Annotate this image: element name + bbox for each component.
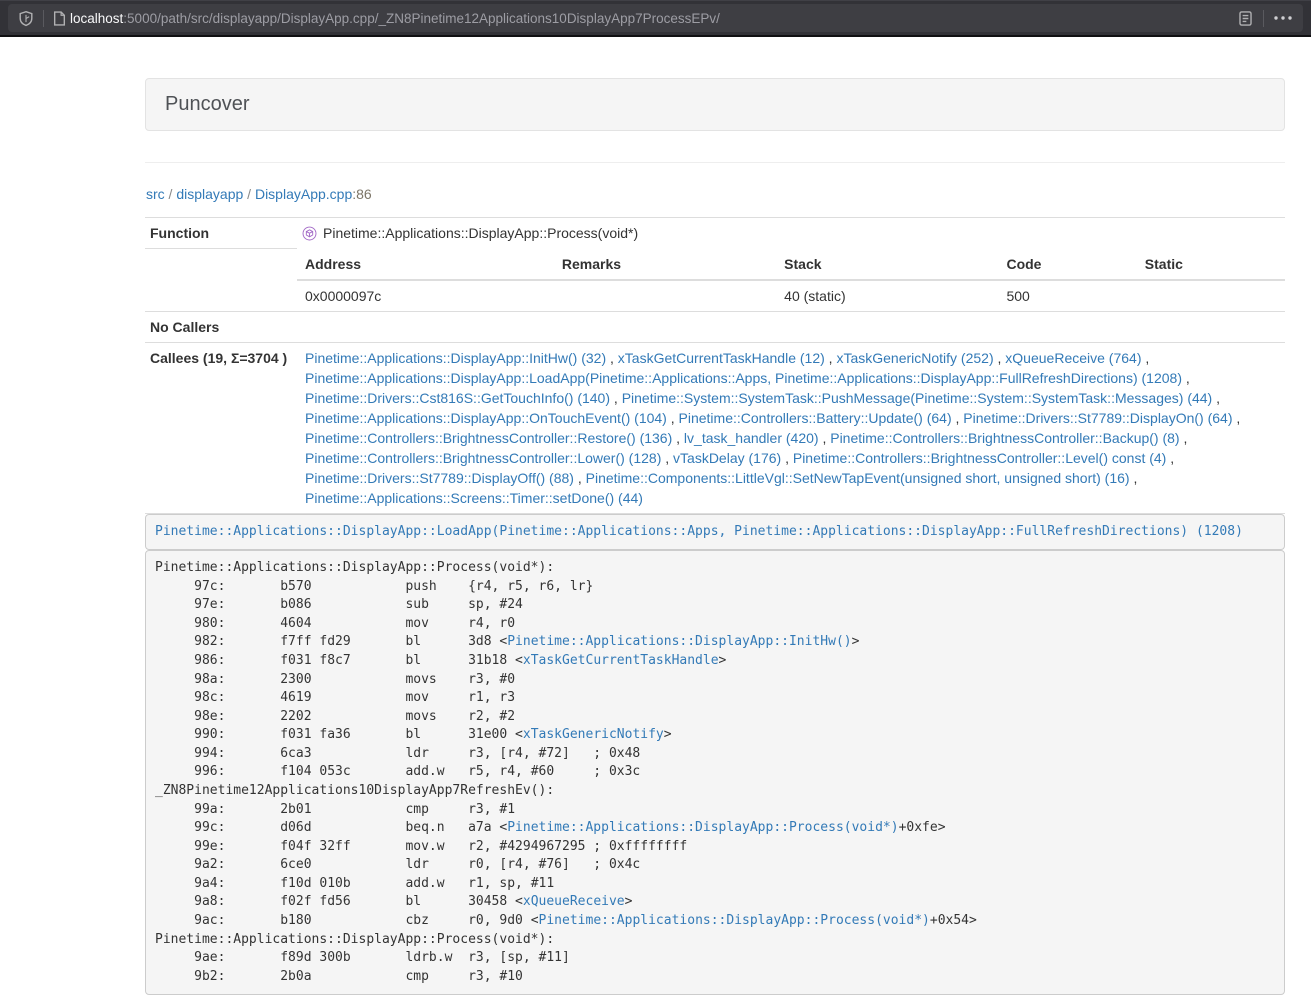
- callee-link[interactable]: Pinetime::Drivers::St7789::DisplayOn() (…: [963, 410, 1232, 426]
- col-code: Code: [998, 249, 1136, 280]
- reader-mode-icon[interactable]: [1237, 10, 1254, 27]
- callee-link[interactable]: xTaskGenericNotify (252): [836, 350, 993, 366]
- callee-separator: ,: [574, 470, 586, 486]
- asm-symbol-link[interactable]: xQueueReceive: [523, 894, 625, 909]
- function-name: Pinetime::Applications::DisplayApp::Proc…: [323, 223, 638, 243]
- callee-separator: ,: [1180, 430, 1188, 446]
- page-icon[interactable]: [53, 11, 66, 26]
- remarks-value: [554, 280, 776, 311]
- page-title: Puncover: [165, 93, 1265, 116]
- breadcrumb-separator: /: [165, 186, 177, 202]
- callee-link[interactable]: lv_task_handler (420): [684, 430, 819, 446]
- callee-separator: ,: [1166, 450, 1174, 466]
- function-label: Function: [145, 218, 297, 249]
- metrics-table: Address Remarks Stack Code Static 0x0000…: [297, 249, 1285, 311]
- address-value: 0x0000097c: [297, 280, 554, 311]
- callee-link[interactable]: xTaskGetCurrentTaskHandle (12): [618, 350, 825, 366]
- asm-symbol-link[interactable]: Pinetime::Applications::DisplayApp::Init…: [507, 634, 851, 649]
- callee-separator: ,: [825, 350, 837, 366]
- callee-link[interactable]: Pinetime::Controllers::Battery::Update()…: [679, 410, 952, 426]
- callee-separator: ,: [1141, 350, 1149, 366]
- callee-link[interactable]: Pinetime::Components::LittleVgl::SetNewT…: [586, 470, 1130, 486]
- divider: [145, 162, 1285, 163]
- callee-link[interactable]: Pinetime::Controllers::BrightnessControl…: [793, 450, 1166, 466]
- url-path: :5000/path/src/displayapp/DisplayApp.cpp…: [123, 11, 720, 26]
- metrics-row: Address Remarks Stack Code Static 0x0000…: [145, 249, 1285, 312]
- callees-label: Callees (19, Σ=3704 ): [145, 342, 297, 513]
- callee-link[interactable]: Pinetime::Controllers::BrightnessControl…: [305, 450, 661, 466]
- callee-link[interactable]: Pinetime::Applications::Screens::Timer::…: [305, 490, 643, 506]
- callee-separator: ,: [661, 450, 673, 466]
- code-value: 500: [998, 280, 1136, 311]
- breadcrumb-link[interactable]: src: [146, 186, 165, 202]
- callee-separator: ,: [952, 410, 964, 426]
- col-static: Static: [1137, 249, 1285, 280]
- callee-link[interactable]: Pinetime::Controllers::BrightnessControl…: [305, 430, 672, 446]
- asm-symbol-link[interactable]: Pinetime::Applications::DisplayApp::Proc…: [507, 820, 898, 835]
- callee-separator: ,: [1233, 410, 1241, 426]
- browser-toolbar: localhost:5000/path/src/displayapp/Displ…: [0, 0, 1311, 37]
- no-callers-row: No Callers: [145, 311, 1285, 342]
- metrics-values-row: 0x0000097c 40 (static) 500: [297, 280, 1285, 311]
- callsite-snippet: Pinetime::Applications::DisplayApp::Load…: [145, 514, 1285, 551]
- brand-panel: Puncover: [145, 78, 1285, 131]
- breadcrumb-line-number: :86: [352, 186, 371, 202]
- toolbar-divider: [1263, 10, 1264, 27]
- callee-link[interactable]: Pinetime::Applications::DisplayApp::Init…: [305, 350, 606, 366]
- callee-separator: ,: [1182, 370, 1190, 386]
- url-host: localhost: [70, 11, 123, 26]
- asm-symbol-link[interactable]: xTaskGenericNotify: [523, 727, 664, 742]
- callee-link[interactable]: vTaskDelay (176): [673, 450, 781, 466]
- breadcrumb: src / displayapp / DisplayApp.cpp:86: [146, 184, 1285, 204]
- breadcrumb-link[interactable]: DisplayApp.cpp: [255, 186, 352, 202]
- stack-value: 40 (static): [776, 280, 998, 311]
- disassembly-listing: Pinetime::Applications::DisplayApp::Proc…: [145, 550, 1285, 995]
- callee-link[interactable]: Pinetime::Drivers::St7789::DisplayOff() …: [305, 470, 574, 486]
- callee-separator: ,: [672, 430, 684, 446]
- callee-link[interactable]: Pinetime::Drivers::Cst816S::GetTouchInfo…: [305, 390, 610, 406]
- callees-row: Callees (19, Σ=3704 ) Pinetime::Applicat…: [145, 342, 1285, 513]
- static-value: [1137, 280, 1285, 311]
- function-table: Function Pinetime::Applications::Display…: [145, 217, 1285, 514]
- breadcrumb-separator: /: [243, 186, 255, 202]
- callee-link[interactable]: xQueueReceive (764): [1005, 350, 1141, 366]
- callee-link[interactable]: Pinetime::Applications::DisplayApp::Load…: [305, 370, 1182, 386]
- asm-symbol-link[interactable]: xTaskGetCurrentTaskHandle: [523, 653, 719, 668]
- callee-separator: ,: [667, 410, 679, 426]
- callee-separator: ,: [606, 350, 618, 366]
- callee-separator: ,: [1212, 390, 1220, 406]
- no-callers-label: No Callers: [145, 311, 297, 342]
- callee-separator: ,: [1130, 470, 1138, 486]
- callsite-link[interactable]: Pinetime::Applications::DisplayApp::Load…: [155, 524, 1243, 539]
- breadcrumb-link[interactable]: displayapp: [176, 186, 243, 202]
- col-address: Address: [297, 249, 554, 280]
- function-row: Function Pinetime::Applications::Display…: [145, 218, 1285, 249]
- url-text[interactable]: localhost:5000/path/src/displayapp/Displ…: [70, 11, 1225, 26]
- callee-link[interactable]: Pinetime::System::SystemTask::PushMessag…: [622, 390, 1213, 406]
- callees-list: Pinetime::Applications::DisplayApp::Init…: [297, 342, 1285, 513]
- callee-link[interactable]: Pinetime::Applications::DisplayApp::OnTo…: [305, 410, 667, 426]
- callee-separator: ,: [994, 350, 1006, 366]
- callee-separator: ,: [610, 390, 622, 406]
- col-stack: Stack: [776, 249, 998, 280]
- callee-separator: ,: [781, 450, 793, 466]
- ellipsis-menu-icon[interactable]: [1273, 15, 1293, 21]
- col-remarks: Remarks: [554, 249, 776, 280]
- symbol-cube-icon: [302, 226, 317, 241]
- toolbar-divider: [43, 10, 44, 27]
- shield-icon[interactable]: [18, 10, 34, 27]
- callee-link[interactable]: Pinetime::Controllers::BrightnessControl…: [830, 430, 1179, 446]
- page-container: Puncover src / displayapp / DisplayApp.c…: [145, 78, 1285, 995]
- callee-separator: ,: [819, 430, 831, 446]
- asm-symbol-link[interactable]: Pinetime::Applications::DisplayApp::Proc…: [539, 913, 930, 928]
- url-bar[interactable]: localhost:5000/path/src/displayapp/Displ…: [8, 4, 1303, 32]
